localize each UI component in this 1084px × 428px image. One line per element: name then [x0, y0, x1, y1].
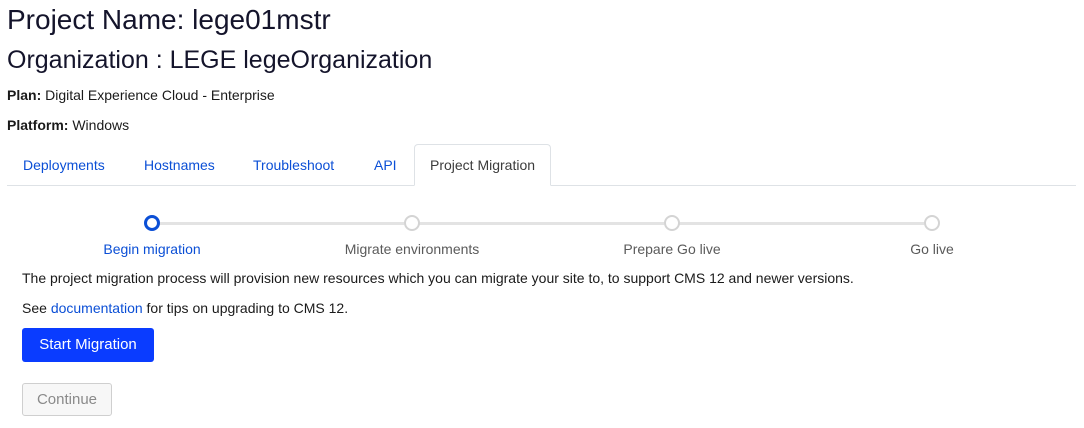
plan-value: Digital Experience Cloud - Enterprise: [45, 87, 275, 103]
step-1-indicator: [144, 215, 160, 231]
start-migration-button[interactable]: Start Migration: [22, 328, 154, 362]
documentation-hint: See documentation for tips on upgrading …: [22, 299, 348, 317]
platform-info: Platform: Windows: [7, 116, 129, 134]
migration-stepper: Begin migration Migrate environments Pre…: [0, 210, 1084, 260]
platform-value: Windows: [72, 117, 130, 133]
doc-hint-suffix: for tips on upgrading to CMS 12.: [142, 300, 349, 316]
organization-title: Organization : LEGE legeOrganization: [7, 46, 433, 74]
tab-deployments[interactable]: Deployments: [23, 144, 105, 186]
doc-hint-prefix: See: [22, 300, 51, 316]
stepper-connector: [159, 222, 404, 225]
stepper-connector: [419, 222, 664, 225]
plan-label: Plan:: [7, 87, 42, 103]
migration-description: The project migration process will provi…: [22, 270, 854, 286]
step-3-label: Prepare Go live: [623, 241, 721, 257]
continue-button[interactable]: Continue: [22, 383, 112, 416]
step-4-indicator: [924, 215, 940, 231]
step-1-label: Begin migration: [103, 241, 201, 257]
documentation-link[interactable]: documentation: [51, 300, 143, 316]
platform-label: Platform:: [7, 117, 69, 133]
plan-info: Plan: Digital Experience Cloud - Enterpr…: [7, 86, 275, 104]
stepper-connector: [679, 222, 924, 225]
step-4-label: Go live: [910, 241, 954, 257]
project-tabs: Deployments Hostnames Troubleshoot API P…: [7, 144, 1076, 186]
tab-api[interactable]: API: [374, 144, 397, 186]
tab-troubleshoot[interactable]: Troubleshoot: [253, 144, 334, 186]
page-title: Project Name: lege01mstr: [7, 4, 331, 35]
step-2-indicator: [404, 215, 420, 231]
tab-hostnames[interactable]: Hostnames: [144, 144, 215, 186]
tab-project-migration[interactable]: Project Migration: [414, 144, 552, 186]
step-2-label: Migrate environments: [344, 241, 480, 257]
project-migration-page: Project Name: lege01mstr Organization : …: [0, 0, 1084, 428]
step-3-indicator: [664, 215, 680, 231]
